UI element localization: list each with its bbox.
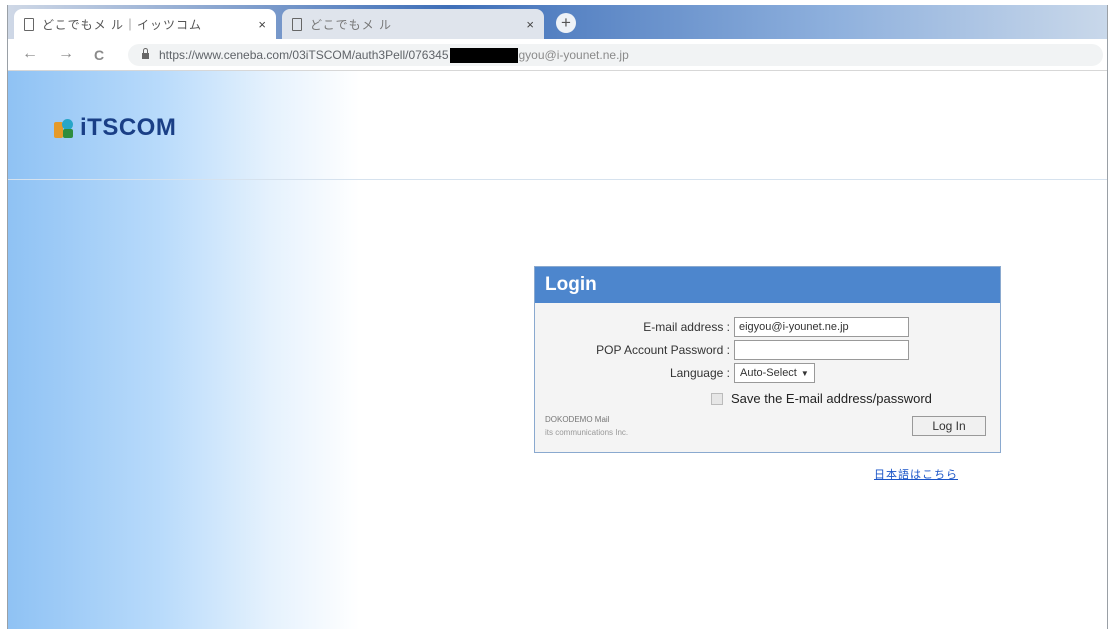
forward-button[interactable]: → <box>58 45 74 63</box>
close-icon[interactable]: × <box>258 17 266 32</box>
tab-bar: どこでもメ ル｜イッツコム × どこでもメ ル × + <box>8 5 1107 39</box>
company-name: its communications Inc. <box>545 428 629 437</box>
login-button[interactable]: Log In <box>912 416 986 436</box>
back-button[interactable]: ← <box>22 45 38 63</box>
page-content: iTSCOM Login E-mail address : POP Accoun… <box>8 71 1107 629</box>
password-row: POP Account Password : <box>535 340 1000 362</box>
url-text: https://www.ceneba.com/03iTSCOM/auth3Pel… <box>159 48 449 62</box>
logo-text: iTSCOM <box>80 114 177 141</box>
language-row: Language : Auto-Select ▼ <box>535 363 1000 385</box>
itscom-logo: iTSCOM <box>54 114 176 142</box>
tab-active[interactable]: どこでもメ ル｜イッツコム × <box>14 9 276 39</box>
document-icon <box>292 17 302 31</box>
save-credentials-row: Save the E-mail address/password <box>711 391 932 406</box>
lock-icon <box>142 48 149 59</box>
reload-button[interactable]: C <box>94 47 104 63</box>
close-icon[interactable]: × <box>526 17 534 32</box>
logo-mark-icon <box>54 117 74 139</box>
redacted-block <box>449 47 518 63</box>
chevron-down-icon: ▼ <box>800 369 809 378</box>
tab-inactive[interactable]: どこでもメ ル × <box>282 9 544 39</box>
password-field[interactable] <box>734 340 909 360</box>
save-label: Save the E-mail address/password <box>731 391 932 406</box>
document-icon <box>24 17 34 31</box>
address-bar[interactable]: https://www.ceneba.com/03iTSCOM/auth3Pel… <box>128 44 1103 66</box>
japanese-link[interactable]: 日本語はこちら <box>874 466 958 482</box>
language-value: Auto-Select <box>740 367 797 379</box>
save-checkbox[interactable] <box>711 392 723 405</box>
tab-title: どこでもメ ル｜イッツコム <box>42 17 202 32</box>
login-title: Login <box>535 267 1000 303</box>
password-label: POP Account Password : <box>596 343 730 357</box>
header-divider <box>8 179 1107 180</box>
email-field[interactable] <box>734 317 909 337</box>
login-panel: Login E-mail address : POP Account Passw… <box>534 266 1001 453</box>
browser-window: どこでもメ ル｜イッツコム × どこでもメ ル × + ← → C https:… <box>7 5 1108 629</box>
url-text-suffix: gyou@i-younet.ne.jp <box>518 48 629 62</box>
email-row: E-mail address : <box>535 317 1000 339</box>
browser-toolbar: ← → C https://www.ceneba.com/03iTSCOM/au… <box>8 39 1107 71</box>
new-tab-button[interactable]: + <box>556 13 576 33</box>
language-select[interactable]: Auto-Select ▼ <box>734 363 815 383</box>
product-name: DOKODEMO Mail <box>545 415 610 424</box>
language-label: Language : <box>669 366 730 380</box>
email-label: E-mail address : <box>643 320 730 334</box>
tab-title: どこでもメ ル <box>310 17 392 32</box>
